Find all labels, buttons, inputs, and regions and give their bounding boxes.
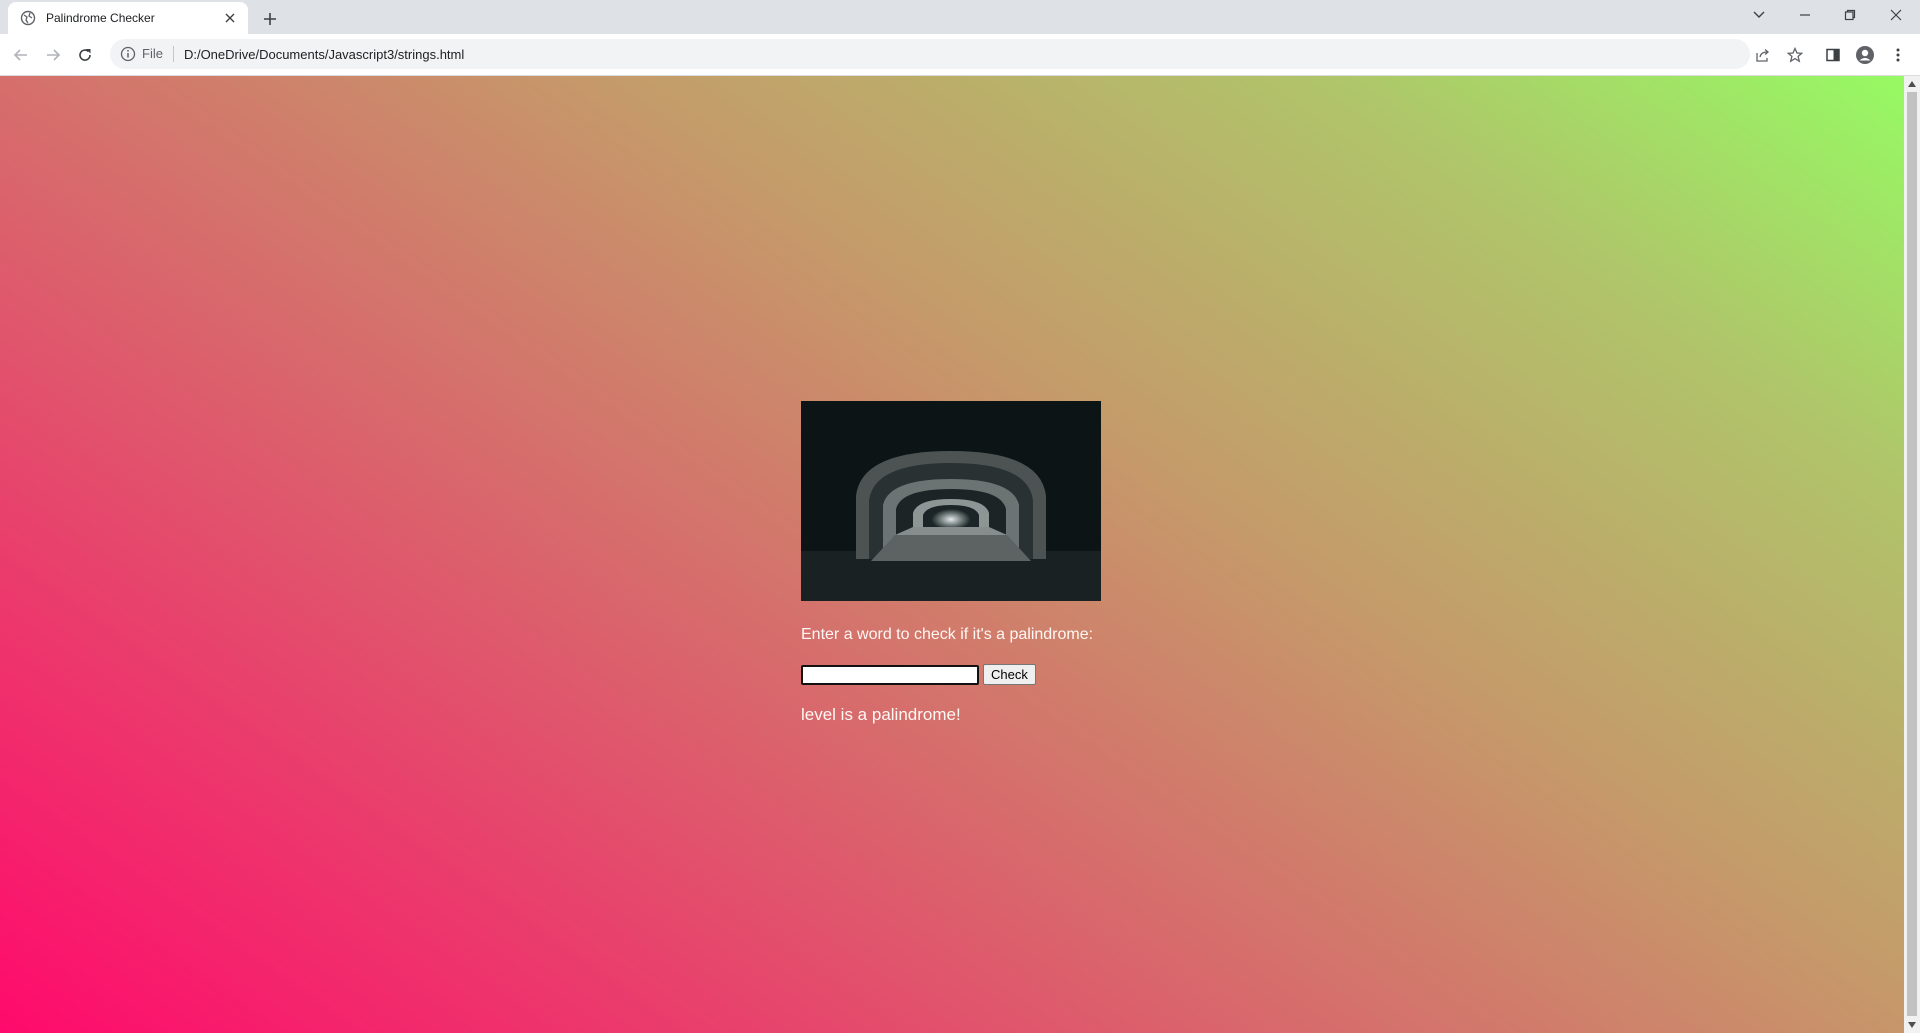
reload-icon[interactable] [73, 43, 97, 67]
plus-icon[interactable] [258, 7, 282, 31]
tab-title: Palindrome Checker [46, 11, 155, 25]
palindrome-checker-card: Enter a word to check if it's a palindro… [801, 401, 1141, 725]
minimize-icon[interactable] [1788, 0, 1822, 30]
star-icon[interactable] [1783, 43, 1807, 67]
url-scheme: File [142, 46, 174, 62]
page-viewport: Enter a word to check if it's a palindro… [0, 76, 1904, 1033]
scroll-down-arrow-icon[interactable] [1904, 1018, 1920, 1032]
menu-icon[interactable] [1886, 43, 1910, 67]
check-button[interactable]: Check [983, 664, 1036, 685]
restore-icon[interactable] [1833, 0, 1867, 30]
address-bar[interactable]: File D:/OneDrive/Documents/Javascript3/s… [110, 39, 1750, 69]
result-text: level is a palindrome! [801, 705, 961, 724]
close-icon[interactable] [222, 10, 238, 26]
sidepanel-icon[interactable] [1821, 43, 1845, 67]
tab-strip: Palindrome Checker [0, 0, 1920, 34]
tab-search-icon[interactable] [1742, 0, 1776, 30]
forward-icon[interactable] [41, 43, 65, 67]
info-icon[interactable] [120, 46, 136, 62]
instruction-text: Enter a word to check if it's a palindro… [801, 626, 1094, 643]
scroll-up-arrow-icon[interactable] [1904, 77, 1920, 91]
word-input[interactable] [801, 664, 979, 685]
vertical-scrollbar[interactable] [1904, 76, 1920, 1033]
profile-icon[interactable] [1853, 43, 1877, 67]
globe-icon [20, 10, 36, 26]
browser-toolbar: File D:/OneDrive/Documents/Javascript3/s… [0, 34, 1920, 76]
share-icon[interactable] [1751, 43, 1775, 67]
check-form: Check [801, 664, 1141, 685]
window-close-icon[interactable] [1879, 0, 1913, 30]
tunnel-photo [801, 401, 1101, 601]
scrollbar-thumb[interactable] [1907, 92, 1917, 1016]
url-text[interactable]: D:/OneDrive/Documents/Javascript3/string… [184, 47, 464, 62]
tab-palindrome-checker[interactable]: Palindrome Checker [8, 2, 248, 34]
back-icon[interactable] [9, 43, 33, 67]
